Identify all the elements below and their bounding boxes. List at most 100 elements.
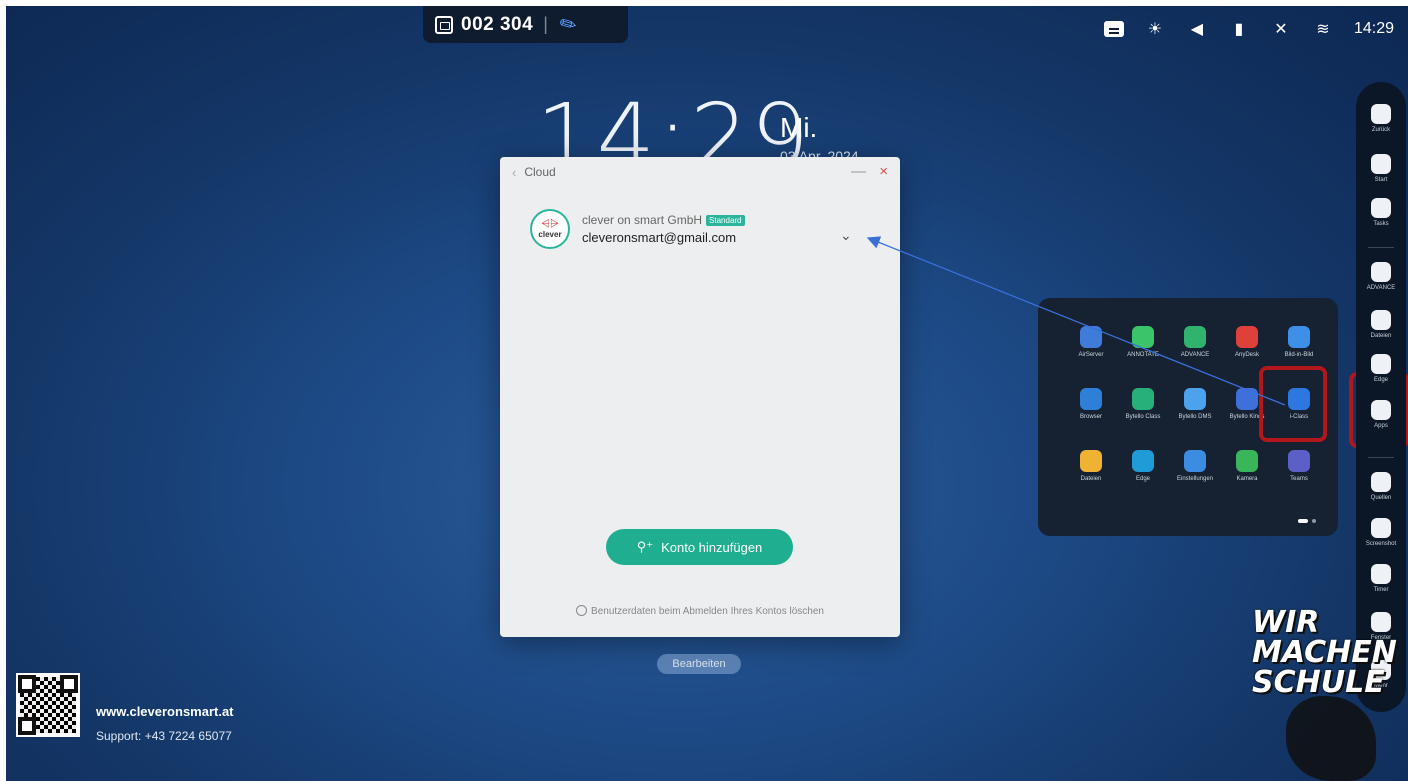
minimize-button[interactable]: — (851, 163, 866, 180)
app-label: AnyDesk (1234, 352, 1259, 358)
app-label: ANNOTATE (1127, 352, 1159, 358)
advance-icon (1371, 262, 1391, 282)
app-label: Einstellungen (1176, 476, 1214, 482)
screen-share-icon (435, 15, 453, 34)
dock-item-label: Apps (1374, 423, 1388, 429)
page-dot[interactable] (1312, 519, 1316, 523)
app-tile[interactable]: Bytello DMS (1170, 388, 1220, 421)
dock-item[interactable]: Quellen (1356, 472, 1406, 501)
app-tile[interactable]: Teams (1274, 450, 1324, 483)
anydesk-icon (1236, 326, 1258, 348)
app-label: Browser (1079, 414, 1102, 420)
app-tile[interactable]: Bild-in-Bild (1274, 326, 1324, 359)
meeting-code-pill[interactable]: 002 304 | ✎ (423, 6, 628, 43)
dock-item[interactable]: Screenshot (1356, 518, 1406, 547)
dock-item-label: Timer (1373, 587, 1389, 593)
close-button[interactable]: × (879, 163, 888, 180)
timer-icon (1371, 564, 1391, 584)
add-account-button[interactable]: ⚲⁺ Konto hinzufügen (606, 529, 793, 565)
edit-button[interactable]: Bearbeiten (657, 654, 741, 674)
dock-item[interactable]: ADVANCE (1356, 262, 1406, 291)
account-text: clever on smart GmbH Standard cleveronsm… (582, 213, 745, 245)
app-tile[interactable]: Bytello Class (1118, 388, 1168, 421)
dock-item-label: Screenshot (1365, 541, 1397, 547)
dialog-header: ‹ Cloud — × (500, 157, 900, 187)
page-dot-active[interactable] (1298, 519, 1308, 523)
app-tile[interactable]: ANNOTATE (1118, 326, 1168, 359)
camera-icon (1236, 450, 1258, 472)
edge-icon (1371, 354, 1391, 374)
status-time: 14:29 (1353, 20, 1394, 37)
page-indicator (1298, 519, 1316, 523)
bytello-kinds-icon (1236, 388, 1258, 410)
separator: | (543, 14, 548, 34)
app-label: Teams (1290, 476, 1308, 482)
app-label: ADVANCE (1180, 352, 1210, 358)
bytello-dms-icon (1184, 388, 1206, 410)
app-tile[interactable]: Einstellungen (1170, 450, 1220, 483)
app-tile[interactable]: Kamera (1222, 450, 1272, 483)
app-tile[interactable]: Browser (1066, 388, 1116, 421)
status-bar: ☀ ◀ ▮ ✕ ≋ 14:29 (1103, 20, 1394, 38)
screen-mirror-icon[interactable]: ▮ (1228, 20, 1250, 38)
app-tile[interactable]: Dateien (1066, 450, 1116, 483)
watermark-splash (1286, 696, 1376, 781)
dock-separator (1368, 247, 1394, 248)
app-label: Dateien (1080, 476, 1102, 482)
home-icon (1371, 154, 1391, 174)
dock-item[interactable]: Zurück (1356, 104, 1406, 133)
wifi-icon[interactable]: ≋ (1312, 20, 1334, 38)
dock-item[interactable]: Tasks (1356, 198, 1406, 227)
annotate-icon (1132, 326, 1154, 348)
desktop: 002 304 | ✎ ☀ ◀ ▮ ✕ ≋ 14:29 14:29 Mi. 03… (6, 6, 1408, 781)
dialog-title: Cloud (524, 165, 556, 179)
dock-item[interactable]: Edge (1356, 354, 1406, 383)
brightness-icon[interactable]: ☀ (1144, 20, 1166, 38)
dock-item[interactable]: Start (1356, 154, 1406, 183)
app-tile[interactable]: AnyDesk (1222, 326, 1272, 359)
chevron-down-icon[interactable]: ⌄ (840, 227, 852, 244)
checkbox-circle-icon[interactable] (576, 605, 588, 616)
teams-icon (1288, 450, 1310, 472)
add-user-icon: ⚲⁺ (636, 539, 654, 554)
app-label: Kamera (1236, 476, 1258, 482)
app-label: Edge (1135, 476, 1150, 482)
screenshot-icon (1371, 518, 1391, 538)
account-badge: Standard (706, 214, 745, 226)
edge-icon (1132, 450, 1154, 472)
dock-item-label: Dateien (1370, 333, 1392, 339)
dock-item-label: Start (1374, 177, 1388, 183)
account-name: clever on smart GmbH (582, 213, 703, 227)
settings-icon (1184, 450, 1206, 472)
pen-icon[interactable]: ✎ (555, 9, 582, 39)
footer-url: www.cleveronsmart.at (96, 704, 234, 719)
app-label: AirServer (1078, 352, 1104, 358)
files-icon (1371, 310, 1391, 330)
sources-icon (1371, 472, 1391, 492)
account-entry[interactable]: ⩤⩥ clever clever on smart GmbH Standard … (530, 209, 745, 249)
dock-item[interactable]: Apps (1356, 400, 1406, 429)
add-account-label: Konto hinzufügen (661, 539, 763, 555)
dock-item[interactable]: Dateien (1356, 310, 1406, 339)
dock-item[interactable]: Timer (1356, 564, 1406, 593)
tasks-icon (1371, 198, 1391, 218)
logo-text: clever (538, 230, 562, 239)
app-tile[interactable]: Edge (1118, 450, 1168, 483)
dock-separator (1368, 457, 1394, 458)
app-tile[interactable]: ADVANCE (1170, 326, 1220, 359)
footer-support: Support: +43 7224 65077 (96, 729, 232, 743)
back-arrow-icon[interactable]: ‹ (512, 165, 516, 180)
account-email: cleveronsmart@gmail.com (582, 230, 737, 245)
app-label: Bytello DMS (1178, 414, 1212, 420)
watermark-line1: WIR (1252, 605, 1320, 640)
account-logo: ⩤⩥ clever (530, 209, 570, 249)
delete-data-option[interactable]: Benutzerdaten beim Abmelden Ihres Kontos… (500, 605, 900, 617)
network-off-icon[interactable]: ✕ (1270, 20, 1292, 38)
app-tile[interactable]: AirServer (1066, 326, 1116, 359)
volume-icon[interactable]: ◀ (1186, 20, 1208, 38)
back-icon (1371, 104, 1391, 124)
input-source-icon[interactable] (1103, 21, 1124, 37)
advance-icon (1184, 326, 1206, 348)
delete-data-label: Benutzerdaten beim Abmelden Ihres Kontos… (591, 606, 824, 617)
picture-in-picture-icon (1288, 326, 1310, 348)
